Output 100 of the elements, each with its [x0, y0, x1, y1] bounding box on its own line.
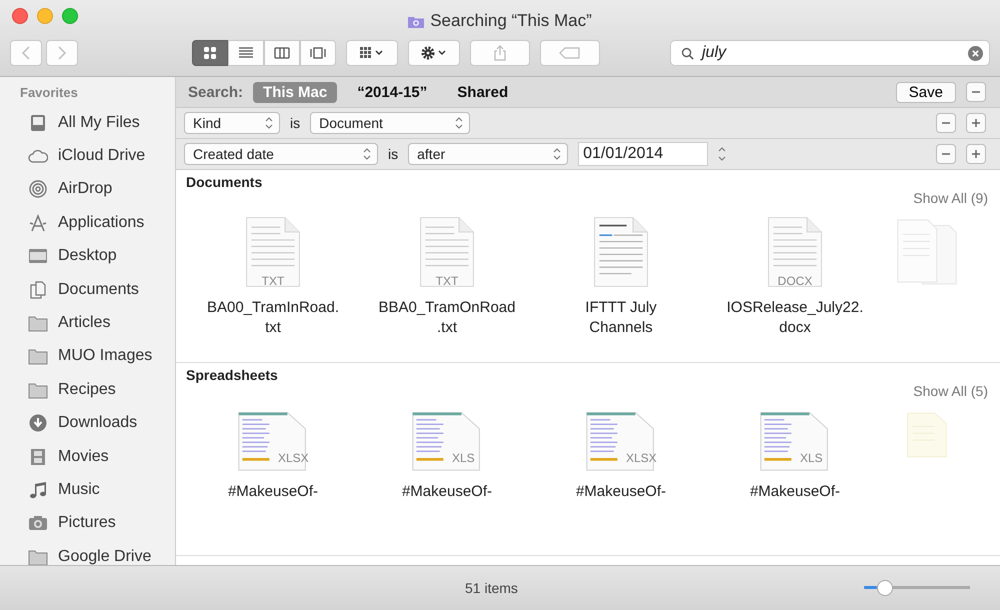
clear-icon[interactable] — [968, 46, 983, 60]
document-icon — [767, 216, 823, 288]
spreadsheet-icon — [585, 409, 657, 472]
file-name[interactable]: IFTTT July Channels — [585, 298, 657, 338]
file-type-label: XLSX — [278, 451, 309, 465]
desktop-icon — [28, 247, 48, 266]
file-type-label: DOCX — [778, 274, 812, 288]
document-icon — [419, 216, 475, 288]
add-button[interactable] — [966, 113, 986, 133]
sidebar-item[interactable]: Desktop — [20, 240, 175, 273]
sidebar-item[interactable]: MUO Images — [20, 340, 175, 374]
stepper-icon[interactable] — [718, 146, 726, 162]
scope-button[interactable]: Shared — [447, 82, 518, 102]
folder-icon — [28, 347, 48, 366]
file-name[interactable]: #MakeuseOf- — [402, 482, 492, 502]
sidebar-item[interactable]: All My Files — [20, 106, 175, 140]
sidebar-item[interactable]: Documents — [20, 272, 175, 306]
tag-button[interactable] — [540, 40, 600, 66]
add-button[interactable] — [966, 144, 986, 164]
columns-view-button[interactable] — [264, 40, 300, 66]
minimize-button[interactable] — [37, 8, 53, 24]
coverflow-view-icon — [310, 46, 326, 60]
folder-icon — [28, 314, 48, 332]
columns-view-icon — [274, 46, 290, 60]
show-all-link[interactable]: Show All (5) — [913, 383, 988, 399]
sidebar-item[interactable]: Movies — [20, 440, 175, 474]
item-count: 51 items — [465, 580, 518, 596]
sidebar-item[interactable]: Applications — [20, 206, 175, 240]
file-type-label: TXT — [262, 274, 284, 288]
film-icon — [28, 448, 48, 466]
tag-icon — [559, 47, 581, 59]
remove-button[interactable] — [936, 113, 956, 133]
airdrop-icon — [28, 180, 48, 198]
search-label: Search: — [188, 84, 244, 100]
save-button[interactable]: Save — [896, 82, 956, 102]
download-icon — [28, 414, 48, 432]
close-button[interactable] — [12, 8, 28, 24]
file-type-label: XLSX — [626, 451, 657, 465]
sidebar-item[interactable]: Google Drive — [20, 540, 175, 565]
sidebar-heading: Favorites — [20, 85, 79, 100]
file-type-label: XLS — [452, 451, 475, 465]
share-button[interactable] — [470, 40, 530, 66]
document-icon — [245, 216, 301, 288]
plus-icon — [971, 118, 981, 128]
updown-icon — [553, 148, 562, 160]
arrange-button[interactable] — [346, 40, 398, 66]
sidebar-item[interactable]: Recipes — [20, 373, 175, 407]
show-all-link[interactable]: Show All (9) — [913, 190, 988, 206]
file-name[interactable]: BA00_TramInRoad. txt — [206, 298, 339, 338]
spreadsheet-icon — [759, 409, 831, 472]
attribute-popup[interactable]: Created date — [184, 143, 378, 165]
action-button[interactable] — [408, 40, 460, 66]
sidebar-item[interactable]: AirDrop — [20, 172, 175, 206]
folder-icon — [28, 380, 48, 399]
updown-icon — [455, 117, 464, 129]
sidebar-item[interactable]: iCloud Drive — [20, 139, 175, 173]
scope-button[interactable]: “2014-15” — [347, 82, 438, 102]
note-icon — [28, 480, 48, 499]
slider-thumb[interactable] — [876, 580, 893, 596]
zoom-button[interactable] — [62, 8, 78, 24]
sidebar-item[interactable]: Articles — [20, 306, 175, 340]
date-field[interactable]: 01/01/2014 — [578, 142, 708, 166]
updown-icon — [363, 148, 371, 160]
operator-label: is — [388, 146, 398, 162]
search-field[interactable]: july — [670, 40, 990, 66]
remove-button[interactable] — [936, 144, 956, 164]
search-icon — [681, 46, 694, 60]
list-view-icon — [238, 46, 254, 60]
file-name[interactable]: #MakeuseOf- — [228, 482, 318, 502]
file-name[interactable]: BBA0_TramOnRoad .txt — [378, 298, 516, 338]
spreadsheet-icon — [411, 409, 483, 472]
plus-icon — [971, 149, 981, 159]
chevron-right-icon — [57, 46, 67, 60]
sidebar-item[interactable]: Music — [20, 473, 175, 507]
grid-icon — [359, 46, 385, 60]
apps-icon — [28, 214, 48, 232]
gear-icon — [420, 45, 448, 61]
icons-view-button[interactable] — [192, 40, 228, 66]
share-icon — [493, 45, 507, 61]
remove-button[interactable] — [966, 82, 986, 102]
file-type-label: TXT — [436, 274, 458, 288]
coverflow-view-button[interactable] — [300, 40, 336, 66]
file-type-label: XLS — [800, 451, 823, 465]
file-name[interactable]: #MakeuseOf- — [576, 482, 666, 502]
icons-view-icon — [202, 46, 218, 60]
section-title: Documents — [186, 174, 262, 190]
value-popup[interactable]: Document — [310, 112, 470, 134]
list-view-button[interactable] — [228, 40, 264, 66]
attribute-popup[interactable]: Kind — [184, 112, 280, 134]
tray-icon — [28, 114, 48, 132]
sidebar-item[interactable]: Downloads — [20, 406, 175, 440]
cloud-icon — [28, 147, 48, 166]
operator-label: is — [290, 115, 300, 131]
docs-icon — [28, 280, 48, 299]
section-title: Spreadsheets — [186, 367, 278, 383]
value-popup[interactable]: after — [408, 143, 568, 165]
file-name[interactable]: #MakeuseOf- — [750, 482, 840, 502]
spreadsheet-icon — [237, 409, 309, 472]
sidebar-item[interactable]: Pictures — [20, 506, 175, 540]
file-name[interactable]: IOSRelease_July22. docx — [726, 298, 864, 338]
